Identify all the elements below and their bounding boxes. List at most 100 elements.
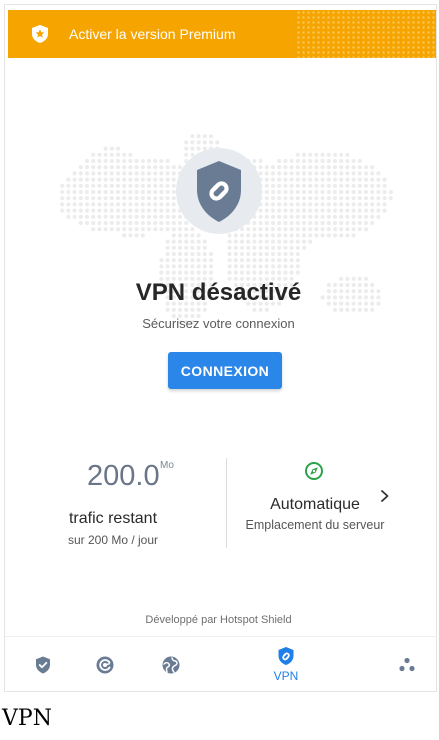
map-dot	[270, 196, 276, 201]
map-dot	[370, 214, 375, 219]
map-dot	[165, 177, 170, 182]
map-dot	[289, 264, 294, 269]
map-dot	[159, 189, 164, 195]
map-dot	[128, 165, 133, 170]
map-dot	[128, 208, 133, 213]
map-dot	[339, 152, 344, 157]
map-dot	[301, 233, 307, 238]
nav-item-speed[interactable]	[85, 637, 125, 692]
map-dot	[134, 233, 139, 238]
chevron-right-icon[interactable]	[378, 487, 392, 505]
map-dot	[326, 171, 331, 176]
map-dot	[227, 258, 232, 263]
map-dot	[153, 177, 158, 182]
map-dot	[351, 171, 356, 176]
map-dot	[308, 202, 313, 207]
map-dot	[295, 183, 300, 188]
map-dot	[258, 264, 263, 269]
map-dot	[78, 214, 83, 219]
map-dot	[146, 214, 152, 219]
map-dot	[140, 189, 145, 195]
map-dot	[72, 189, 77, 195]
map-dot	[351, 196, 356, 201]
map-dot	[326, 158, 331, 164]
map-dot	[382, 183, 387, 188]
connect-button[interactable]: CONNEXION	[168, 352, 282, 389]
map-dot	[122, 165, 127, 170]
map-dot	[277, 165, 282, 170]
map-dot	[308, 239, 313, 244]
nav-item-browse[interactable]	[151, 637, 191, 692]
map-dot	[270, 251, 276, 257]
map-dot	[97, 202, 102, 207]
map-dot	[295, 239, 300, 244]
bottom-navigation: VPN	[5, 636, 437, 692]
map-dot	[134, 158, 139, 164]
map-dot	[289, 220, 294, 226]
map-dot	[283, 158, 288, 164]
map-dot	[239, 239, 245, 244]
map-dot	[370, 220, 375, 226]
map-dot	[78, 196, 83, 201]
map-dot	[314, 233, 319, 238]
map-dot	[277, 245, 282, 250]
map-dot	[115, 220, 121, 226]
map-dot	[332, 208, 338, 213]
map-dot	[277, 220, 282, 226]
stats-divider	[226, 458, 227, 548]
map-dot	[264, 233, 269, 238]
map-dot	[363, 189, 369, 195]
map-dot	[320, 196, 325, 201]
map-dot	[264, 307, 269, 312]
map-dot	[91, 202, 96, 207]
map-dot	[128, 158, 133, 164]
map-dot	[370, 208, 375, 213]
map-dot	[122, 227, 127, 232]
server-location-name[interactable]: Automatique	[228, 496, 402, 514]
map-dot	[233, 270, 238, 275]
map-dot	[239, 264, 245, 269]
map-dot	[184, 307, 189, 312]
map-dot	[140, 165, 145, 170]
map-dot	[264, 183, 269, 188]
map-dot	[339, 196, 344, 201]
map-dot	[264, 214, 269, 219]
map-dot	[345, 220, 350, 226]
map-dot	[326, 177, 331, 182]
map-dot	[283, 239, 288, 244]
map-dot	[326, 183, 331, 188]
map-dot	[351, 227, 356, 232]
map-dot	[320, 189, 325, 195]
map-dot	[351, 220, 356, 226]
map-dot	[134, 202, 139, 207]
map-dot	[202, 264, 207, 269]
map-dot	[301, 245, 307, 250]
nav-item-security[interactable]	[23, 637, 63, 692]
map-dot	[264, 171, 269, 176]
map-dot	[332, 165, 338, 170]
map-dot	[177, 258, 183, 263]
nav-item-more[interactable]	[387, 637, 427, 692]
map-dot	[246, 251, 251, 257]
premium-banner[interactable]: Activer la version Premium	[8, 10, 436, 58]
map-dot	[363, 307, 369, 312]
map-dot	[122, 233, 127, 238]
map-dot	[376, 183, 381, 188]
map-dot	[128, 227, 133, 232]
nav-item-vpn[interactable]: VPN	[263, 637, 309, 692]
map-dot	[332, 227, 338, 232]
map-dot	[208, 258, 214, 263]
map-dot	[246, 270, 251, 275]
map-dot	[270, 202, 276, 207]
map-dot	[339, 208, 344, 213]
map-dot	[97, 227, 102, 232]
compass-icon[interactable]	[304, 461, 324, 481]
map-dot	[295, 251, 300, 257]
map-dot	[115, 227, 121, 232]
map-dot	[140, 183, 145, 188]
map-dot	[184, 140, 189, 145]
map-dot	[196, 270, 201, 275]
map-dot	[258, 239, 263, 244]
map-dot	[177, 251, 183, 257]
map-dot	[153, 189, 158, 195]
